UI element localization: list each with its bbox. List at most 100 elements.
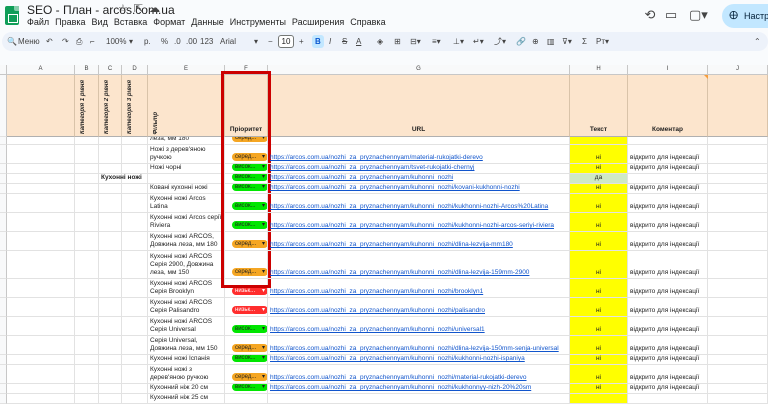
- cell-d[interactable]: [122, 145, 148, 164]
- strikethrough-icon[interactable]: S: [342, 32, 347, 51]
- cell-j[interactable]: [708, 317, 768, 336]
- cell-d[interactable]: [122, 184, 148, 194]
- cell-d[interactable]: [122, 137, 148, 145]
- cell-e[interactable]: Кухонні ножі Arcos серії Riviera: [148, 213, 225, 232]
- borders-icon[interactable]: ⊞: [394, 32, 401, 51]
- star-icon[interactable]: ☆: [118, 3, 128, 15]
- url-link[interactable]: https://arcos.com.ua/nozhi_za_pryznachen…: [270, 164, 474, 172]
- row-header[interactable]: [0, 184, 7, 194]
- menu-insert[interactable]: Вставка: [114, 17, 147, 27]
- cell-j[interactable]: [708, 137, 768, 145]
- cell-j[interactable]: [708, 336, 768, 355]
- meet-icon[interactable]: ▢▾: [689, 6, 708, 24]
- cell-d[interactable]: [122, 365, 148, 384]
- cell-h[interactable]: ні: [570, 184, 628, 194]
- decrease-decimal-button[interactable]: .0: [174, 32, 181, 51]
- font-size-input[interactable]: 10: [278, 35, 294, 48]
- cell-j[interactable]: [708, 194, 768, 213]
- cell-a[interactable]: [7, 145, 75, 164]
- cell-g[interactable]: https://arcos.com.ua/nozhi_za_pryznachen…: [268, 145, 570, 164]
- cell-h[interactable]: ні: [570, 279, 628, 298]
- cell-f[interactable]: серед...: [225, 336, 268, 355]
- cell-d[interactable]: [122, 279, 148, 298]
- priority-dropdown-chip[interactable]: низьк...: [232, 287, 267, 295]
- column-header-d[interactable]: D: [122, 65, 148, 75]
- cell-e[interactable]: Ковані кухонні ножі: [148, 184, 225, 194]
- url-link[interactable]: https://arcos.com.ua/nozhi_za_pryznachen…: [270, 288, 483, 296]
- header-cell-category-2[interactable]: Категорія 2 рівня: [99, 75, 122, 137]
- history-icon[interactable]: ⟲: [641, 6, 659, 24]
- cell-g[interactable]: https://arcos.com.ua/nozhi_za_pryznachen…: [268, 384, 570, 394]
- header-cell-a[interactable]: [7, 75, 75, 137]
- cell-b[interactable]: [75, 355, 99, 365]
- cell-d[interactable]: [122, 251, 148, 279]
- cell-b[interactable]: [75, 298, 99, 317]
- cell-i[interactable]: відкрито для індексації: [628, 279, 708, 298]
- spreadsheet-grid[interactable]: A B C D E F G H I J Категорія 1 рівня Ка…: [0, 65, 768, 411]
- row-header[interactable]: [0, 298, 7, 317]
- column-header-j[interactable]: J: [708, 65, 768, 75]
- search-menu-icon[interactable]: 🔍: [7, 32, 17, 51]
- header-cell-j[interactable]: [708, 75, 768, 137]
- zoom-select[interactable]: 100%: [106, 32, 126, 51]
- row-header[interactable]: [0, 145, 7, 164]
- priority-dropdown-chip[interactable]: серед...: [232, 344, 267, 352]
- cell-j[interactable]: [708, 251, 768, 279]
- comments-icon[interactable]: ▭: [662, 6, 680, 24]
- cell-a[interactable]: [7, 384, 75, 394]
- cell-h[interactable]: ні: [570, 365, 628, 384]
- priority-dropdown-chip[interactable]: висок...: [232, 325, 267, 333]
- header-cell-comment[interactable]: Коментар: [628, 75, 708, 137]
- cell-d[interactable]: [122, 164, 148, 174]
- cell-d[interactable]: [122, 232, 148, 251]
- cell-a[interactable]: [7, 174, 75, 184]
- cell-d[interactable]: [122, 355, 148, 365]
- select-all-corner[interactable]: [0, 65, 7, 75]
- sheets-logo-icon[interactable]: [5, 6, 19, 25]
- cell-i[interactable]: відкрито для індексації: [628, 232, 708, 251]
- increase-decimal-button[interactable]: .00: [186, 32, 197, 51]
- url-link[interactable]: https://arcos.com.ua/nozhi_za_pryznachen…: [270, 326, 485, 334]
- cell-e[interactable]: Кухонні ножі ARCOS Серія Universal, Довж…: [148, 336, 225, 355]
- cell-h[interactable]: ні: [570, 145, 628, 164]
- chart-icon[interactable]: ▥: [547, 32, 555, 51]
- cell-a[interactable]: [7, 137, 75, 145]
- paint-format-icon[interactable]: ⌐: [90, 32, 95, 51]
- cell-e[interactable]: Кухонний ніж 25 см: [148, 394, 225, 404]
- cell-c[interactable]: [99, 164, 122, 174]
- header-cell-category-1[interactable]: Категорія 1 рівня: [75, 75, 99, 137]
- priority-dropdown-chip[interactable]: висок...: [232, 384, 267, 391]
- url-link[interactable]: https://arcos.com.ua/nozhi_za_pryznachen…: [270, 203, 548, 211]
- url-link[interactable]: https://arcos.com.ua/nozhi_za_pryznachen…: [270, 184, 520, 192]
- cell-a[interactable]: [7, 164, 75, 174]
- cell-c[interactable]: [99, 145, 122, 164]
- cell-a[interactable]: [7, 394, 75, 404]
- url-link[interactable]: https://arcos.com.ua/nozhi_za_pryznachen…: [270, 384, 531, 392]
- cell-i[interactable]: відкрито для індексації: [628, 194, 708, 213]
- url-link[interactable]: https://arcos.com.ua/nozhi_za_pryznachen…: [270, 355, 525, 363]
- collapse-toolbar-icon[interactable]: ⌃: [754, 32, 761, 51]
- row-header[interactable]: [0, 75, 7, 137]
- header-cell-category-3[interactable]: Категорія 3 рівня: [122, 75, 148, 137]
- cell-g[interactable]: https://arcos.com.ua/nozhi_za_pryznachen…: [268, 251, 570, 279]
- column-header-e[interactable]: E: [148, 65, 225, 75]
- cell-g[interactable]: https://arcos.com.ua/nozhi_za_pryznachen…: [268, 232, 570, 251]
- column-header-a[interactable]: A: [7, 65, 75, 75]
- cell-c[interactable]: [99, 365, 122, 384]
- functions-icon[interactable]: Σ: [582, 32, 587, 51]
- valign-icon[interactable]: ⊥▾: [453, 32, 464, 51]
- fill-color-icon[interactable]: ◈: [377, 32, 383, 51]
- column-header-i[interactable]: I: [628, 65, 708, 75]
- cell-g[interactable]: [268, 394, 570, 404]
- menu-file[interactable]: Файл: [27, 17, 49, 27]
- link-icon[interactable]: 🔗: [516, 32, 526, 51]
- cell-i[interactable]: відкрито для індексації: [628, 336, 708, 355]
- cell-a[interactable]: [7, 365, 75, 384]
- cell-h[interactable]: ні: [570, 317, 628, 336]
- cell-c[interactable]: [99, 194, 122, 213]
- url-link[interactable]: https://arcos.com.ua/nozhi_za_pryznachen…: [270, 154, 483, 162]
- cloud-status-icon[interactable]: ☁: [149, 3, 160, 15]
- cell-c[interactable]: [99, 355, 122, 365]
- cell-g[interactable]: https://arcos.com.ua/nozhi_za_pryznachen…: [268, 336, 570, 355]
- currency-format-button[interactable]: р.: [144, 32, 151, 51]
